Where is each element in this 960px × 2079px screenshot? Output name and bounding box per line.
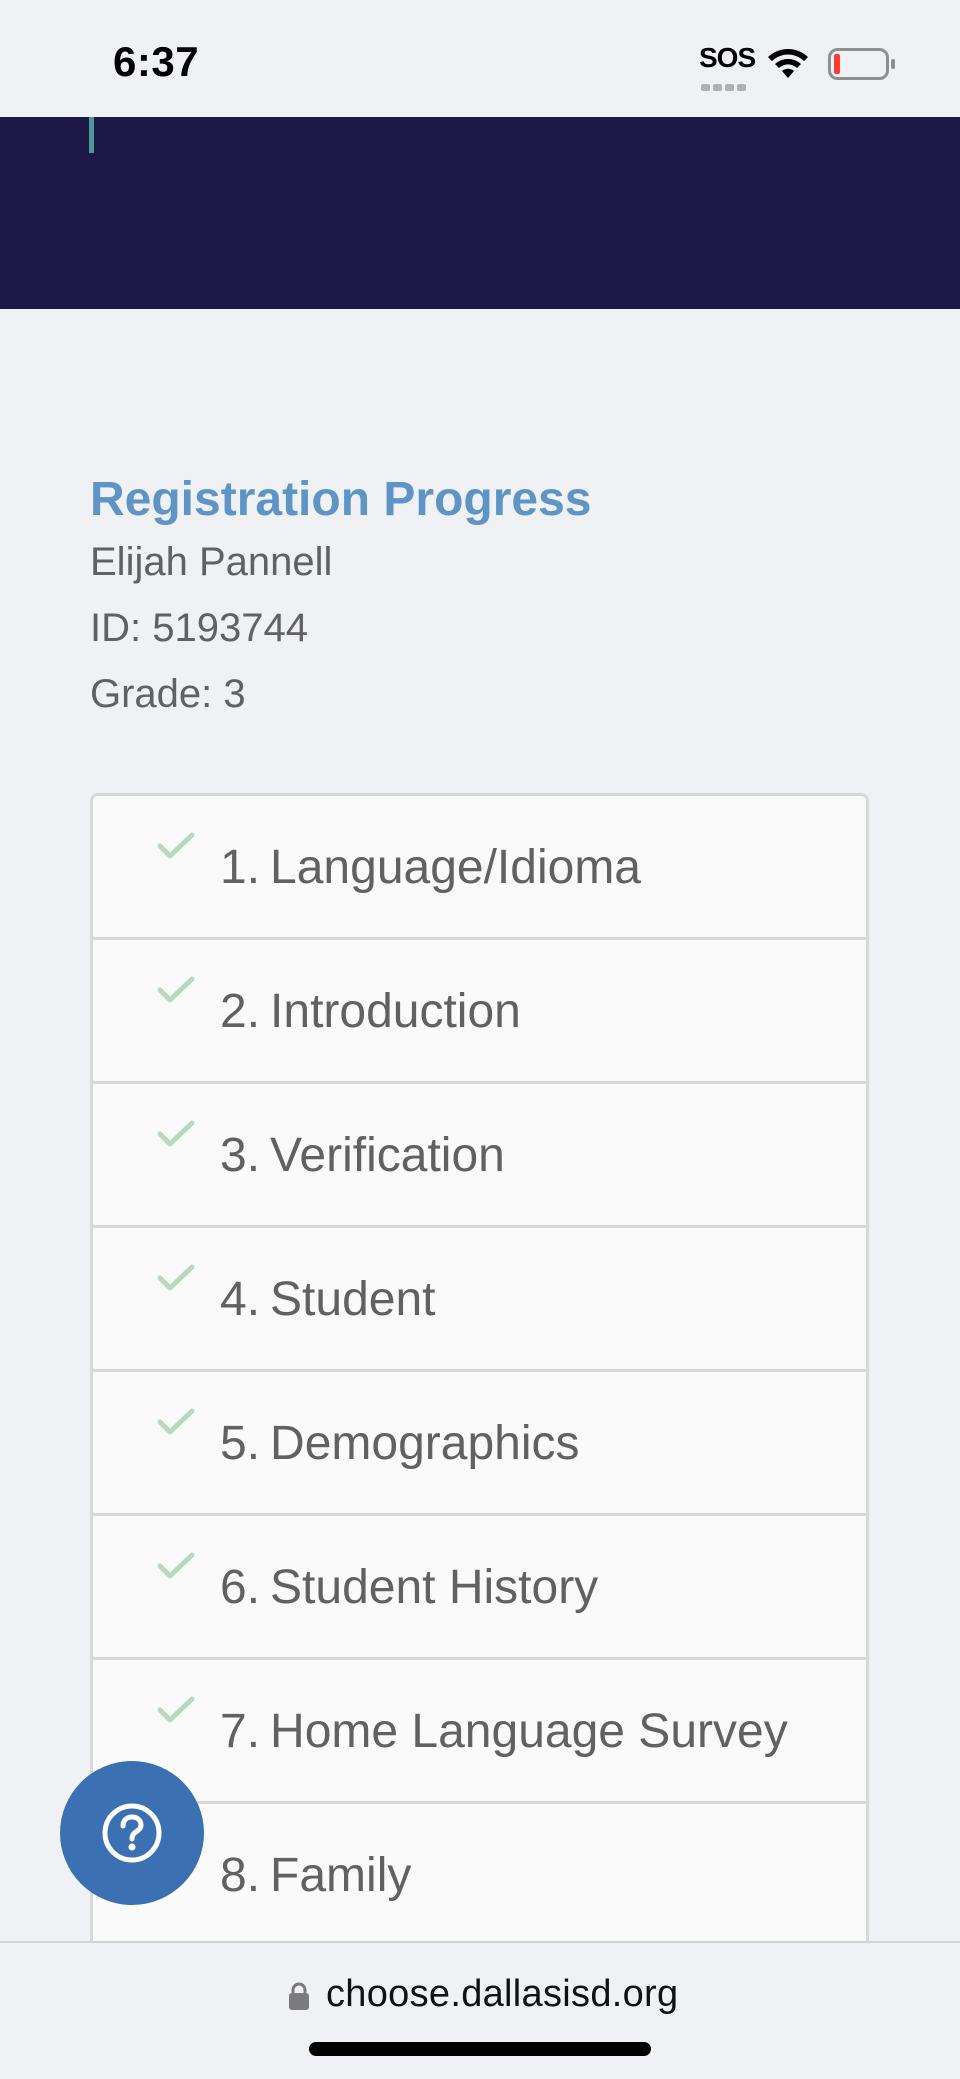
- header-accent-bar: [89, 117, 94, 153]
- check-icon: [157, 832, 195, 859]
- step-item-introduction[interactable]: 2. Introduction: [93, 940, 866, 1084]
- step-label: Home Language Survey: [270, 1705, 788, 1758]
- check-icon: [157, 1696, 195, 1723]
- step-item-home-language-survey[interactable]: 7. Home Language Survey: [93, 1660, 866, 1804]
- browser-url-bar[interactable]: choose.dallasisd.org: [0, 1941, 960, 2079]
- page-title: Registration Progress: [90, 473, 592, 526]
- student-id: ID: 5193744: [90, 606, 308, 650]
- step-label: Introduction: [270, 985, 521, 1038]
- check-icon: [157, 976, 195, 1003]
- sos-label: SOS: [699, 42, 756, 73]
- step-number: 5.: [220, 1417, 261, 1470]
- step-label: Verification: [270, 1129, 505, 1182]
- step-item-student-history[interactable]: 6. Student History: [93, 1516, 866, 1660]
- student-name: Elijah Pannell: [90, 540, 333, 584]
- step-number: 8.: [220, 1849, 261, 1902]
- check-icon: [157, 1552, 195, 1579]
- step-label: Language/Idioma: [270, 841, 641, 894]
- lock-icon: [289, 1982, 309, 2010]
- wifi-icon: [768, 49, 808, 78]
- home-indicator: [309, 2042, 651, 2056]
- step-label: Student: [270, 1273, 436, 1326]
- battery-low-icon: [828, 48, 895, 80]
- sos-indicator: SOS: [699, 42, 756, 91]
- step-item-language[interactable]: 1. Language/Idioma: [93, 796, 866, 940]
- step-number: 2.: [220, 985, 261, 1038]
- step-label: Demographics: [270, 1417, 580, 1470]
- question-circle-icon: [102, 1803, 162, 1863]
- registration-steps-list: 1. Language/Idioma 2. Introduction 3. Verif…: [90, 793, 869, 2079]
- step-number: 6.: [220, 1561, 261, 1614]
- student-grade: Grade: 3: [90, 672, 246, 716]
- step-number: 1.: [220, 841, 261, 894]
- step-item-student[interactable]: 4. Student: [93, 1228, 866, 1372]
- step-item-verification[interactable]: 3. Verification: [93, 1084, 866, 1228]
- check-icon: [157, 1120, 195, 1147]
- step-item-family[interactable]: 8. Family: [93, 1804, 866, 1948]
- help-button[interactable]: [60, 1761, 204, 1905]
- check-icon: [157, 1408, 195, 1435]
- step-item-demographics[interactable]: 5. Demographics: [93, 1372, 866, 1516]
- url-domain[interactable]: choose.dallasisd.org: [326, 1973, 678, 2016]
- check-icon: [157, 1264, 195, 1291]
- step-label: Family: [270, 1849, 412, 1902]
- site-header: [0, 117, 960, 309]
- status-bar: 6:37 SOS: [0, 0, 960, 117]
- step-number: 3.: [220, 1129, 261, 1182]
- step-label: Student History: [270, 1561, 599, 1614]
- step-number: 7.: [220, 1705, 261, 1758]
- signal-dots-icon: [701, 78, 751, 91]
- status-time: 6:37: [113, 38, 200, 85]
- step-number: 4.: [220, 1273, 261, 1326]
